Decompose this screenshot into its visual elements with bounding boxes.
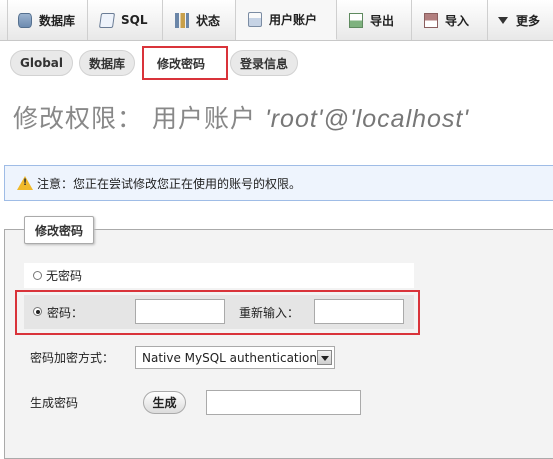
hashing-method-value: Native MySQL authentication	[142, 350, 317, 365]
no-password-option[interactable]: 无密码	[24, 263, 414, 288]
fieldset-legend: 修改密码	[24, 216, 95, 244]
warning-icon	[17, 176, 33, 190]
tab-scroll-edge	[0, 0, 8, 40]
tab-export-label: 导出	[370, 13, 395, 28]
tab-user-accounts[interactable]: 用户账户	[236, 0, 337, 40]
page-title-prefix: 修改权限：	[13, 104, 144, 133]
fieldset-legend-label: 修改密码	[35, 223, 84, 238]
tab-import[interactable]: 导入	[412, 0, 488, 40]
notice-text: 注意：您正在尝试修改您正在使用的账号的权限。	[37, 176, 302, 191]
hashing-method-select[interactable]: Native MySQL authentication	[135, 346, 335, 369]
subtab-login-info-label: 登录信息	[240, 56, 289, 71]
dropdown-arrow-icon	[317, 350, 332, 365]
tab-status-label: 状态	[196, 13, 221, 28]
notice-box: 注意：您正在尝试修改您正在使用的账号的权限。	[4, 165, 553, 201]
highlight-box-subtab	[142, 46, 228, 80]
sql-icon	[98, 12, 116, 28]
no-password-label: 无密码	[46, 269, 83, 283]
subtab-global[interactable]: Global	[10, 50, 74, 76]
page-title: 修改权限： 用户账户 'root'@'localhost'	[13, 99, 469, 135]
generate-password-label: 生成密码	[30, 396, 79, 410]
tab-export[interactable]: 导出	[337, 0, 412, 40]
tab-sql-label: SQL	[121, 13, 148, 27]
highlight-box-password	[15, 290, 420, 335]
page-title-user: 'root'@'localhost'	[264, 105, 470, 133]
tab-status[interactable]: 状态	[163, 0, 236, 40]
tab-sql[interactable]: SQL	[88, 0, 163, 40]
generate-button-label: 生成	[152, 396, 177, 410]
chevron-down-icon	[498, 16, 508, 24]
user-accounts-icon	[248, 12, 262, 27]
import-icon	[424, 12, 438, 28]
database-icon	[18, 12, 32, 28]
tab-more[interactable]: 更多	[488, 0, 553, 40]
subtab-database-label: 数据库	[89, 56, 126, 71]
hashing-label: 密码加密方式：	[30, 351, 115, 365]
tab-databases-label: 数据库	[39, 13, 76, 28]
subtab-database[interactable]: 数据库	[79, 50, 136, 76]
export-icon	[349, 12, 363, 28]
subtab-login-info[interactable]: 登录信息	[230, 50, 299, 76]
tab-user-accounts-label: 用户账户	[269, 13, 318, 27]
tab-databases[interactable]: 数据库	[8, 0, 88, 40]
subtab-global-label: Global	[20, 56, 64, 70]
top-tab-bar: 数据库 SQL 状态 用户账户 导出 导入 更多	[0, 0, 553, 41]
page-title-label: 用户账户	[151, 104, 256, 133]
tab-import-label: 导入	[445, 13, 470, 28]
generate-button[interactable]: 生成	[143, 391, 186, 414]
status-icon	[175, 12, 189, 28]
no-password-radio[interactable]	[33, 271, 42, 280]
tab-more-label: 更多	[516, 13, 541, 28]
generated-password-input[interactable]	[206, 390, 361, 415]
